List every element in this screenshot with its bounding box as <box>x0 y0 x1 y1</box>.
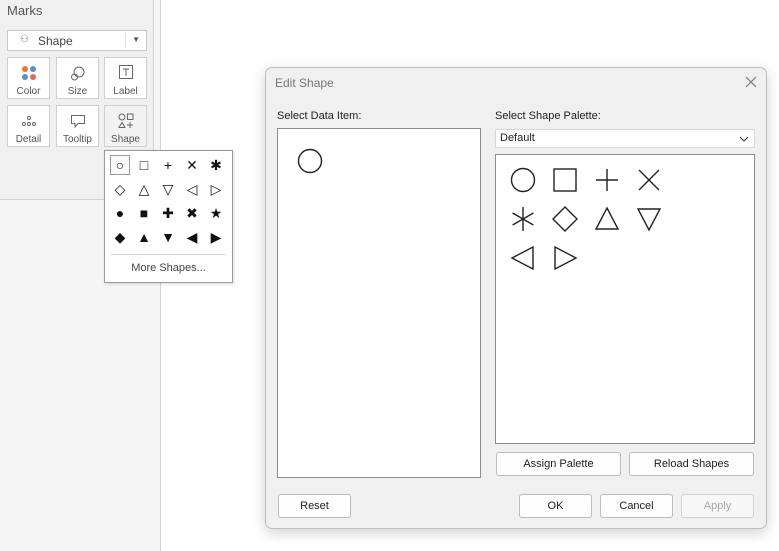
popup-shape-option[interactable]: + <box>158 155 178 175</box>
palette-shape-square[interactable] <box>551 166 579 194</box>
assign-palette-button[interactable]: Assign Palette <box>496 452 621 476</box>
triangle-right-shape-icon <box>554 245 578 271</box>
plus-shape-icon <box>596 169 618 191</box>
dialog-title: Edit Shape <box>275 76 334 90</box>
triangle-up-shape-icon <box>594 206 620 230</box>
cancel-button[interactable]: Cancel <box>600 494 673 518</box>
size-button-label: Size <box>67 86 88 97</box>
tooltip-button-label: Tooltip <box>63 134 92 145</box>
tooltip-button[interactable]: Tooltip <box>56 105 99 147</box>
mark-type-dropdown[interactable]: ⚇ Shape ▼ <box>7 30 147 51</box>
size-icon <box>57 65 98 81</box>
data-item-list[interactable] <box>277 128 481 478</box>
popup-shape-option[interactable]: □ <box>134 155 154 175</box>
popup-shape-option[interactable]: ◇ <box>110 179 130 199</box>
palette-shape-plus[interactable] <box>593 166 621 194</box>
popup-shape-option[interactable]: ● <box>110 203 130 223</box>
popup-shape-option[interactable]: △ <box>134 179 154 199</box>
palette-shape-cross[interactable] <box>635 166 663 194</box>
palette-dropdown-value: Default <box>500 132 535 144</box>
palette-shape-triangle-left[interactable] <box>509 244 537 272</box>
popup-shape-option[interactable]: ◁ <box>182 179 202 199</box>
color-button-label: Color <box>16 86 41 97</box>
square-shape-icon <box>553 168 577 192</box>
popup-shape-option[interactable]: ◆ <box>110 227 130 247</box>
popup-shape-option[interactable]: ✚ <box>158 203 178 223</box>
color-button[interactable]: Color <box>7 57 50 99</box>
shape-palette-popup: More Shapes... ○ □ + ✕ ✱ ◇ △ ▽ ◁ ▷ ● ■ ✚ ✖ ★ ◆ ▲ ▼ ◀ ▶ <box>104 150 233 283</box>
shape-button-label: Shape <box>111 134 140 145</box>
palette-shape-circle[interactable] <box>509 166 537 194</box>
reset-button[interactable]: Reset <box>278 494 351 518</box>
dropdown-separator <box>125 33 126 48</box>
popup-shape-option[interactable]: ▽ <box>158 179 178 199</box>
ok-button[interactable]: OK <box>519 494 592 518</box>
apply-button[interactable]: Apply <box>681 494 754 518</box>
chevron-down-icon: ▼ <box>132 35 140 44</box>
popup-shape-option[interactable]: ✖ <box>182 203 202 223</box>
label-t-icon <box>105 65 146 81</box>
shape-icon: ⚇ <box>20 34 29 45</box>
shape-icon <box>105 113 146 129</box>
detail-button[interactable]: Detail <box>7 105 50 147</box>
palette-shape-asterisk[interactable] <box>509 205 537 233</box>
detail-dots-icon <box>8 113 49 129</box>
more-shapes-link[interactable]: More Shapes... <box>105 262 232 274</box>
popup-shape-option[interactable]: ▶ <box>206 227 226 247</box>
popup-shape-option[interactable]: ○ <box>110 155 130 175</box>
popup-shape-option[interactable]: ▲ <box>134 227 154 247</box>
list-item[interactable] <box>296 147 324 175</box>
detail-button-label: Detail <box>15 134 42 145</box>
popup-shape-option[interactable]: ■ <box>134 203 154 223</box>
asterisk-shape-icon <box>512 207 534 231</box>
diamond-shape-icon <box>552 206 578 232</box>
popup-shape-option[interactable]: ▼ <box>158 227 178 247</box>
popup-shape-option[interactable]: ▷ <box>206 179 226 199</box>
circle-shape-icon <box>297 148 323 174</box>
popup-shape-option[interactable]: ◀ <box>182 227 202 247</box>
label-button[interactable]: Label <box>104 57 147 99</box>
reload-shapes-button[interactable]: Reload Shapes <box>629 452 754 476</box>
size-button[interactable]: Size <box>56 57 99 99</box>
popup-divider <box>111 254 226 255</box>
palette-shape-diamond[interactable] <box>551 205 579 233</box>
marks-title: Marks <box>7 3 43 18</box>
popup-shape-option[interactable]: ✱ <box>206 155 226 175</box>
popup-shape-option[interactable]: ★ <box>206 203 226 223</box>
cross-shape-icon <box>638 169 660 191</box>
color-dots-icon <box>8 65 49 81</box>
palette-shape-triangle-right[interactable] <box>551 244 579 272</box>
edit-shape-dialog: Edit Shape Select Data Item: Select Shap… <box>265 67 767 529</box>
mark-type-value: Shape <box>38 34 73 48</box>
circle-shape-icon <box>510 167 536 193</box>
chevron-down-icon <box>739 134 749 142</box>
select-data-item-label: Select Data Item: <box>277 110 362 122</box>
tooltip-icon <box>57 113 98 129</box>
popup-shape-option[interactable]: ✕ <box>182 155 202 175</box>
label-button-label: Label <box>113 86 138 97</box>
palette-shape-triangle-up[interactable] <box>593 205 621 233</box>
close-icon[interactable] <box>743 74 759 90</box>
select-shape-palette-label: Select Shape Palette: <box>495 110 601 122</box>
triangle-down-shape-icon <box>636 208 662 232</box>
palette-shape-triangle-down[interactable] <box>635 205 663 233</box>
shape-palette-dropdown[interactable]: Default <box>495 129 755 148</box>
shape-button[interactable]: Shape <box>104 105 147 147</box>
palette-shape-grid[interactable] <box>495 154 755 444</box>
triangle-left-shape-icon <box>510 245 534 271</box>
